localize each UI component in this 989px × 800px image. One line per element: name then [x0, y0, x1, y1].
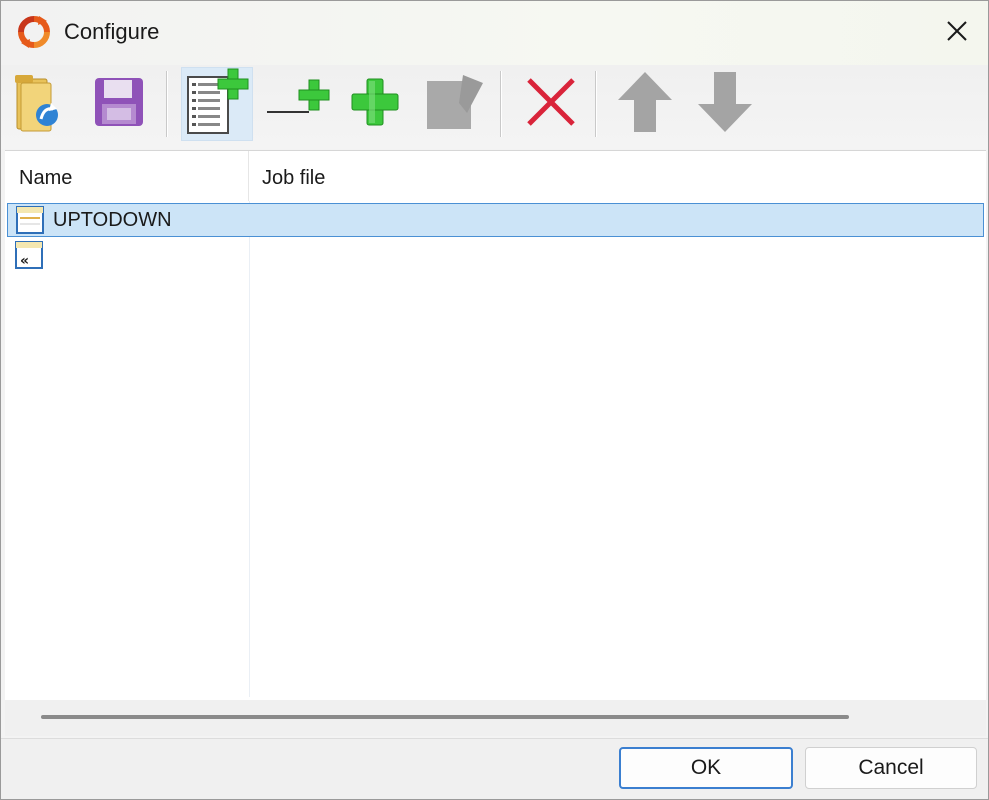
delete-button[interactable]: [515, 67, 587, 141]
move-down-button[interactable]: [689, 67, 761, 141]
svg-text:«: «: [20, 253, 29, 269]
list-item[interactable]: «: [7, 239, 984, 273]
toolbar-separator: [595, 71, 597, 137]
back-item-icon: «: [15, 241, 43, 269]
configure-dialog: Configure Name Job file UPTODOWN « OK Ca…: [0, 0, 989, 800]
column-divider: [249, 201, 250, 697]
add-job-file-icon: [184, 67, 250, 142]
move-up-button[interactable]: [609, 67, 681, 141]
save-button[interactable]: [83, 67, 155, 141]
move-down-icon: [696, 70, 754, 139]
dialog-footer: OK Cancel: [1, 738, 988, 799]
add-job-file-button[interactable]: [181, 67, 253, 141]
column-header-job-file[interactable]: Job file: [250, 151, 986, 201]
move-up-icon: [616, 70, 674, 139]
list-item-name: UPTODOWN: [53, 209, 172, 231]
edit-button[interactable]: [419, 67, 491, 141]
open-button[interactable]: [3, 67, 75, 141]
column-header-name[interactable]: Name: [5, 151, 249, 201]
delete-icon: [525, 76, 577, 133]
add-icon: [348, 75, 402, 134]
add-separator-button[interactable]: [263, 67, 335, 141]
add-button[interactable]: [339, 67, 411, 141]
save-disk-icon: [93, 76, 145, 133]
toolbar: [1, 65, 988, 149]
title-bar: Configure: [1, 1, 988, 65]
ok-button[interactable]: OK: [619, 747, 793, 789]
close-icon: [946, 20, 968, 47]
app-logo-icon: [17, 15, 51, 49]
close-button[interactable]: [931, 11, 983, 55]
job-list[interactable]: Name Job file UPTODOWN «: [5, 150, 986, 736]
list-item[interactable]: UPTODOWN: [7, 203, 984, 237]
edit-icon: [423, 73, 487, 136]
horizontal-scrollbar[interactable]: [5, 700, 986, 736]
add-separator-icon: [265, 76, 333, 133]
toolbar-separator: [166, 71, 168, 137]
toolbar-separator: [500, 71, 502, 137]
window-title: Configure: [64, 19, 160, 44]
open-folder-icon: [11, 69, 67, 140]
scrollbar-thumb[interactable]: [41, 715, 849, 719]
folder-list-icon: [16, 206, 44, 234]
cancel-button[interactable]: Cancel: [805, 747, 977, 789]
